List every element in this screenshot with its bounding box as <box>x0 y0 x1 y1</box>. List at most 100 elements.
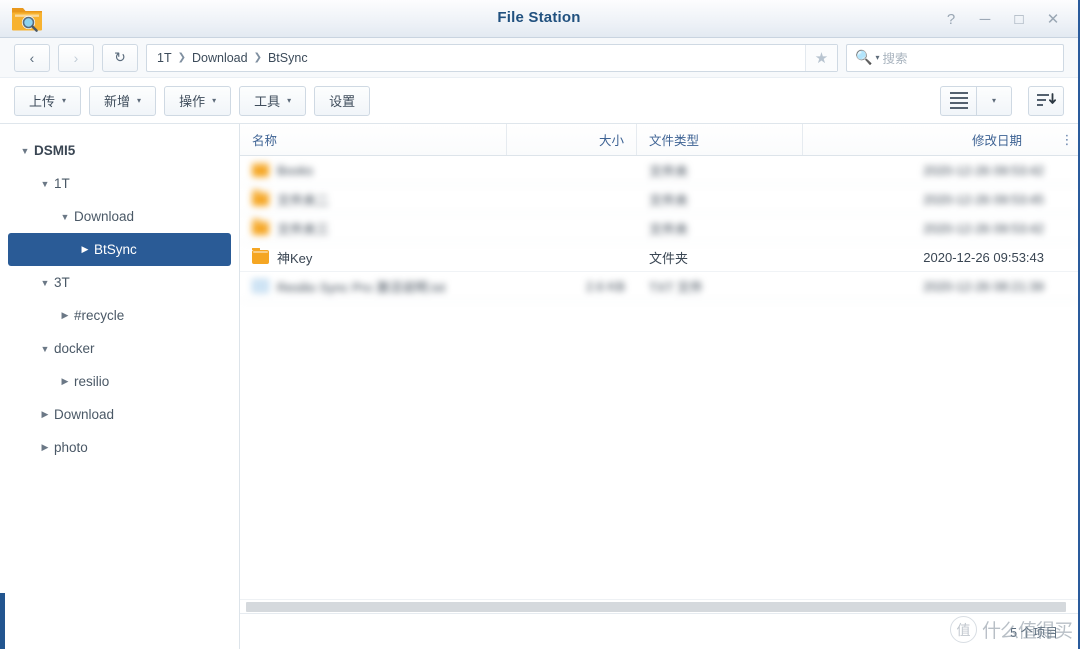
column-header-name[interactable]: 名称 <box>240 124 507 155</box>
view-mode-group: ▾ <box>940 85 1012 116</box>
chevron-down-icon[interactable]: ▼ <box>56 212 74 222</box>
sidebar-item-label: 1T <box>54 176 70 191</box>
folder-tree-sidebar: ▼ DSMI5 ▼ 1T ▼ Download ▶ BtSync ▼ 3T ▶ … <box>0 124 240 649</box>
back-button[interactable]: ‹ <box>14 43 50 72</box>
help-button[interactable]: ? <box>936 5 966 33</box>
sidebar-item-label: DSMI5 <box>34 143 76 158</box>
tools-button-label: 工具 <box>254 94 281 109</box>
file-type-cell: 文件夹 <box>649 163 689 179</box>
breadcrumb-separator-1: ❯ <box>253 52 262 63</box>
minimize-button[interactable]: ─ <box>970 5 1000 33</box>
create-button[interactable]: 新增 ▾ <box>89 85 157 116</box>
folder-icon <box>252 162 269 177</box>
chevron-right-icon[interactable]: ▶ <box>36 409 54 420</box>
chevron-right-icon[interactable]: ▶ <box>56 310 74 321</box>
action-button-label: 操作 <box>179 94 206 109</box>
title-bar: File Station ? ─ □ ✕ <box>0 0 1078 38</box>
chevron-down-icon[interactable]: ▼ <box>36 344 54 354</box>
sidebar-item-label: #recycle <box>74 308 125 323</box>
column-options-icon[interactable]: ⋮ <box>1056 124 1078 155</box>
file-type-cell: TXT 文件 <box>649 279 703 295</box>
file-type-cell: 文件夹 <box>649 221 689 237</box>
chevron-down-icon[interactable]: ▼ <box>16 146 34 156</box>
chevron-right-icon[interactable]: ▶ <box>36 442 54 453</box>
sidebar-item-docker[interactable]: ▼ docker <box>8 332 231 365</box>
sidebar-item-resilio[interactable]: ▶ resilio <box>8 365 231 398</box>
file-name: Books <box>277 162 314 178</box>
sidebar-item-download[interactable]: ▶ Download <box>8 398 231 431</box>
list-view-icon[interactable] <box>940 85 976 116</box>
search-input[interactable]: 🔍 ▾ 搜索 <box>846 43 1064 72</box>
sidebar-item-label: docker <box>54 341 95 356</box>
table-row[interactable]: 文件夹三 文件夹 2020-12-26 09:53:42 <box>240 214 1078 243</box>
status-bar: 5 个项目 值 什么值得买 <box>240 613 1078 649</box>
view-mode-chevron-down-icon[interactable]: ▾ <box>976 85 1012 116</box>
file-date-cell: 2020-12-26 09:53:42 <box>923 162 1044 178</box>
upload-button-label: 上传 <box>29 94 56 109</box>
sidebar-item-label: BtSync <box>94 242 137 257</box>
sidebar-item-label: Download <box>74 209 135 224</box>
file-date-cell: 2020-12-26 09:53:45 <box>923 191 1044 207</box>
column-header-date[interactable]: 修改日期 <box>803 124 1056 155</box>
address-bar[interactable]: 1T ❯ Download ❯ BtSync ★ <box>146 43 838 72</box>
window-controls: ? ─ □ ✕ <box>936 0 1068 38</box>
chevron-down-icon: ▾ <box>62 96 67 105</box>
sidebar-item-label: Download <box>54 407 115 422</box>
sidebar-item-1t[interactable]: ▼ 1T <box>8 167 231 200</box>
table-row[interactable]: Resilio Sync Pro 激活说明.txt 2.6 KB TXT 文件 … <box>240 272 1078 301</box>
forward-button[interactable]: › <box>58 43 94 72</box>
sidebar-item-recycle[interactable]: ▶ #recycle <box>8 299 231 332</box>
column-header-size[interactable]: 大小 <box>507 124 637 155</box>
breadcrumb-item-0[interactable]: 1T <box>157 51 172 65</box>
file-name-cell: Books <box>240 162 507 178</box>
table-row[interactable]: 神Key 文件夹 2020-12-26 09:53:43 <box>240 243 1078 272</box>
file-type-cell: 文件夹 <box>649 250 689 266</box>
navigation-bar: ‹ › ↻ 1T ❯ Download ❯ BtSync ★ 🔍 ▾ 搜索 <box>0 38 1078 78</box>
settings-button[interactable]: 设置 <box>314 85 371 116</box>
breadcrumb-item-1[interactable]: Download <box>192 51 248 65</box>
chevron-down-icon: ▾ <box>137 96 142 105</box>
maximize-button[interactable]: □ <box>1004 5 1034 33</box>
chevron-right-icon[interactable]: ▶ <box>56 376 74 387</box>
sidebar-item-3t[interactable]: ▼ 3T <box>8 266 231 299</box>
file-list-header: 名称 大小 文件类型 修改日期 ⋮ <box>240 124 1078 156</box>
chevron-right-icon[interactable]: ▶ <box>76 244 94 255</box>
scrollbar-thumb[interactable] <box>246 602 1066 612</box>
close-button[interactable]: ✕ <box>1038 5 1068 33</box>
chevron-down-icon: ▾ <box>212 96 217 105</box>
table-row[interactable]: 文件夹二 文件夹 2020-12-26 09:53:45 <box>240 185 1078 214</box>
sidebar-item-download-1t[interactable]: ▼ Download <box>8 200 231 233</box>
sort-descending-icon[interactable] <box>1028 85 1064 116</box>
sidebar-item-photo[interactable]: ▶ photo <box>8 431 231 464</box>
chevron-down-icon: ▾ <box>287 96 292 105</box>
column-header-type[interactable]: 文件类型 <box>637 124 803 155</box>
favorite-star-icon[interactable]: ★ <box>805 44 837 71</box>
refresh-button[interactable]: ↻ <box>102 43 138 72</box>
file-date-cell: 2020-12-26 08:21:39 <box>923 278 1044 294</box>
chevron-down-icon[interactable]: ▼ <box>36 278 54 288</box>
file-list-rows: Books 文件夹 2020-12-26 09:53:42 文件夹二 文件夹 2… <box>240 156 1078 599</box>
file-date-cell: 2020-12-26 09:53:42 <box>923 220 1044 236</box>
file-name-cell: 神Key <box>240 247 507 267</box>
file-name-cell: 文件夹三 <box>240 218 507 238</box>
file-date-cell: 2020-12-26 09:53:43 <box>923 249 1044 265</box>
file-name-cell: Resilio Sync Pro 激活说明.txt <box>240 277 507 296</box>
search-chevron-down-icon[interactable]: ▾ <box>875 53 879 62</box>
file-type-cell: 文件夹 <box>649 192 689 208</box>
sidebar-item-btsync[interactable]: ▶ BtSync <box>8 233 231 266</box>
breadcrumb: 1T ❯ Download ❯ BtSync <box>147 45 805 71</box>
tools-button[interactable]: 工具 ▾ <box>239 85 307 116</box>
search-placeholder: 搜索 <box>882 52 908 66</box>
action-button[interactable]: 操作 ▾ <box>164 85 232 116</box>
horizontal-scrollbar[interactable] <box>240 599 1078 613</box>
chevron-down-icon[interactable]: ▼ <box>36 179 54 189</box>
upload-button[interactable]: 上传 ▾ <box>14 85 82 116</box>
settings-button-label: 设置 <box>329 94 356 109</box>
sidebar-item-label: photo <box>54 440 88 455</box>
table-row[interactable]: Books 文件夹 2020-12-26 09:53:42 <box>240 156 1078 185</box>
breadcrumb-item-2[interactable]: BtSync <box>268 51 308 65</box>
create-button-label: 新增 <box>104 94 131 109</box>
sidebar-item-dsmi5[interactable]: ▼ DSMI5 <box>8 134 231 167</box>
file-name-cell: 文件夹二 <box>240 189 507 209</box>
main-body: ▼ DSMI5 ▼ 1T ▼ Download ▶ BtSync ▼ 3T ▶ … <box>0 124 1078 649</box>
